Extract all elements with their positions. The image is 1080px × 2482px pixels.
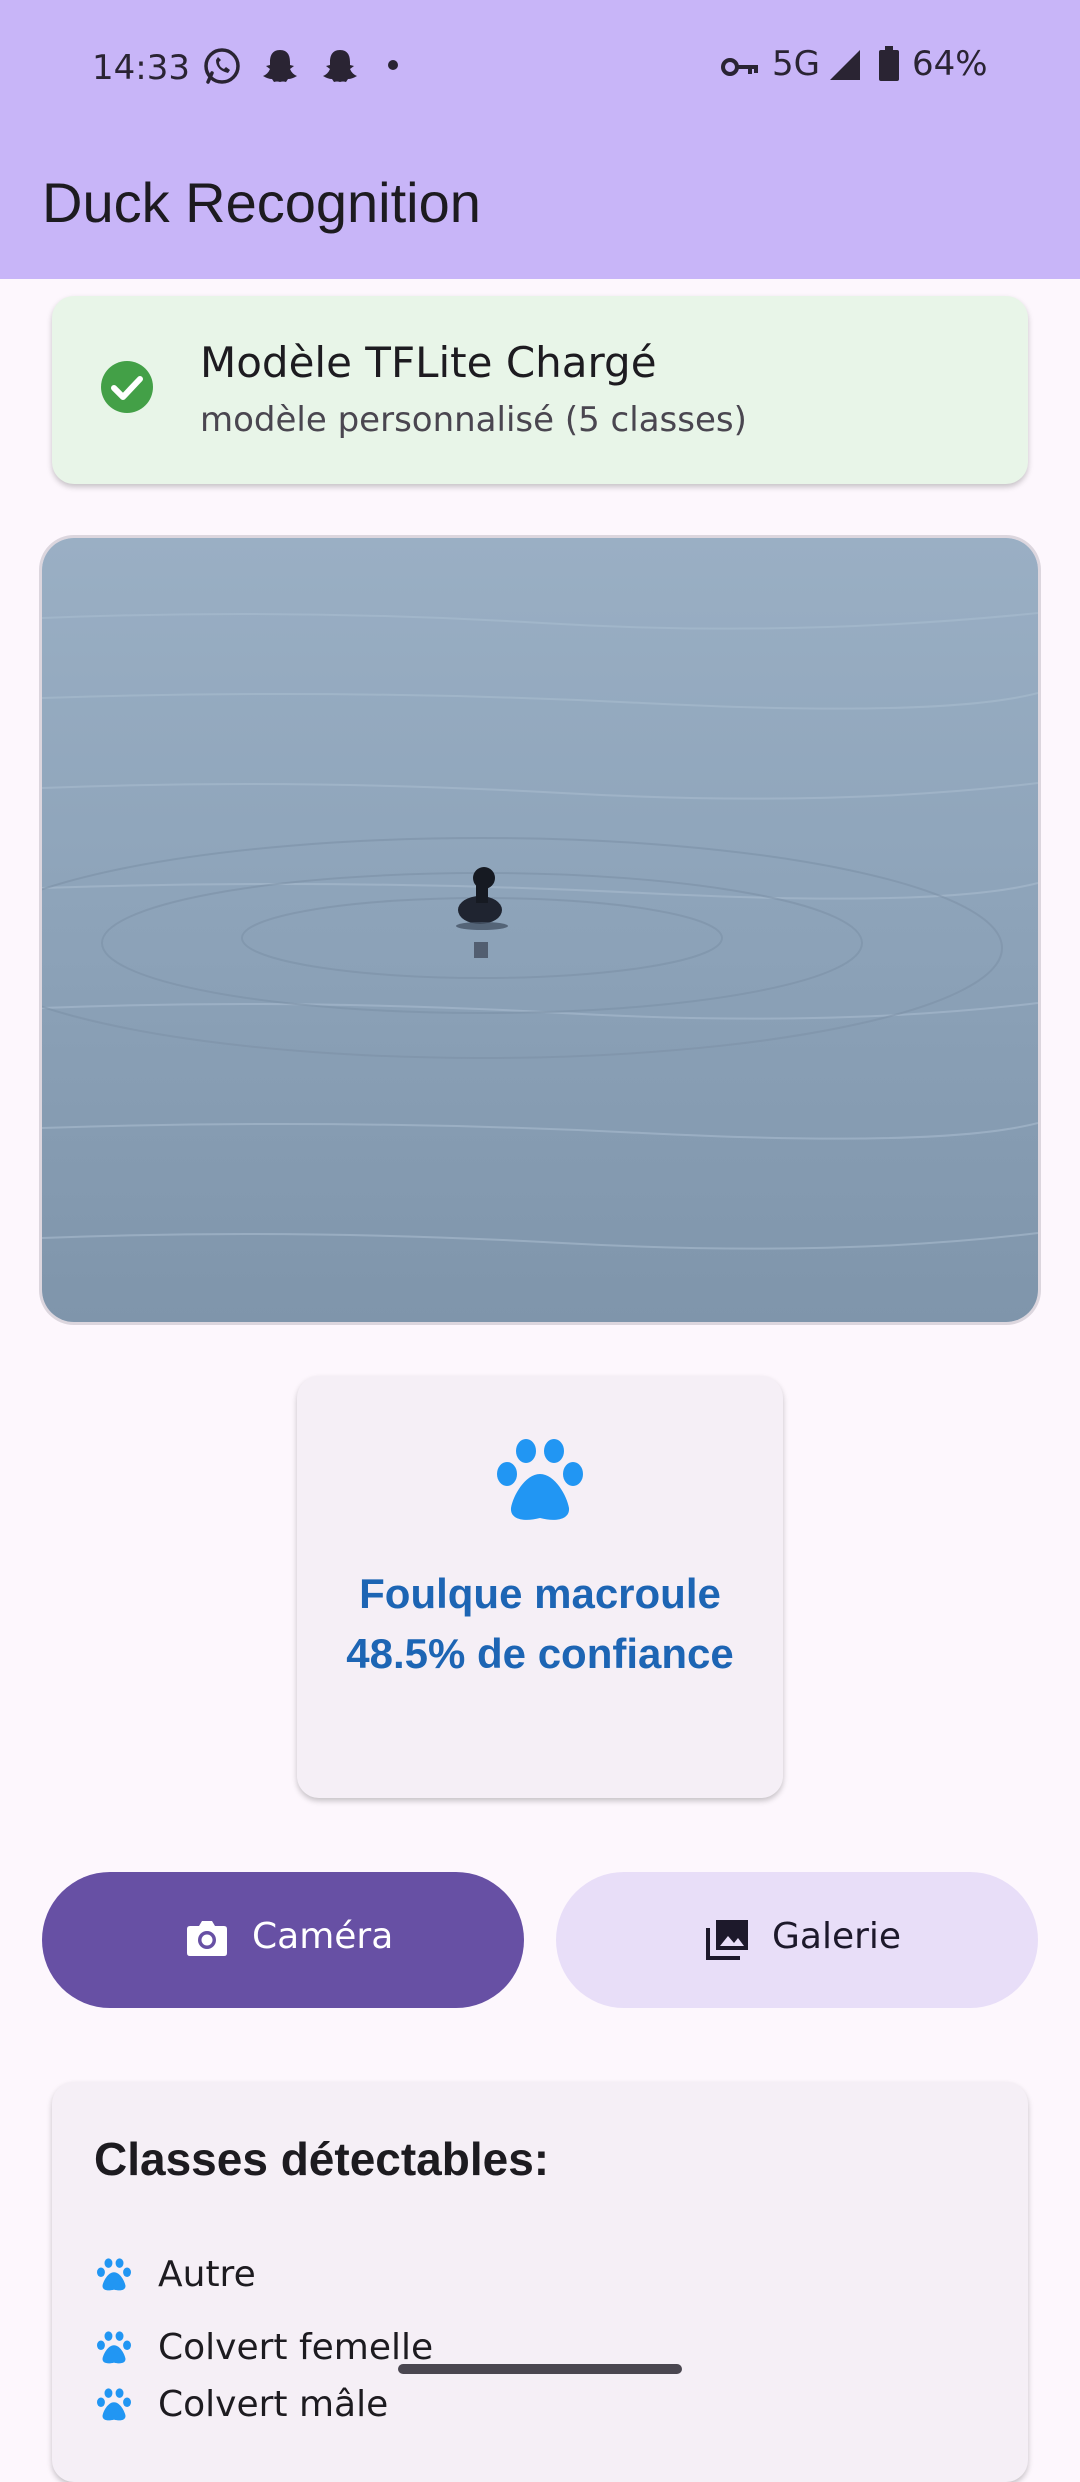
notification-dot-icon (386, 58, 400, 77)
prediction-confidence: 48.5% de confiance (346, 1630, 734, 1677)
paw-icon (96, 2331, 132, 2370)
battery-icon (878, 46, 900, 87)
paw-icon (96, 2258, 132, 2297)
check-circle-icon (99, 359, 155, 420)
vpn-key-icon (720, 52, 760, 87)
model-status-title: Modèle TFLite Chargé (200, 338, 657, 387)
battery-level: 64% (912, 44, 988, 84)
gesture-navigation-bar[interactable] (398, 2364, 682, 2374)
list-item: Autre (96, 2246, 996, 2302)
signal-icon (828, 48, 862, 87)
gallery-button-label: Galerie (772, 1916, 902, 1957)
camera-button[interactable]: Caméra (42, 1872, 524, 2008)
gallery-icon (706, 1918, 750, 1965)
model-status-subtitle: modèle personnalisé (5 classes) (200, 400, 747, 440)
app-bar: 14:33 5G 64% Duck Recognition (0, 0, 1080, 279)
paw-icon (495, 1438, 585, 1529)
status-time: 14:33 (92, 48, 190, 88)
class-label: Autre (158, 2254, 256, 2295)
snapchat-icon (320, 46, 360, 91)
class-label: Colvert femelle (158, 2327, 434, 2368)
status-bar: 14:33 5G 64% (0, 40, 1080, 96)
model-status-card: Modèle TFLite Chargé modèle personnalisé… (52, 296, 1028, 484)
camera-button-label: Caméra (252, 1916, 394, 1957)
whatsapp-icon (202, 46, 242, 91)
selected-photo (42, 538, 1038, 1322)
detectable-classes-card: Classes détectables: Autre Colvert femel… (52, 2082, 1028, 2482)
paw-icon (96, 2388, 132, 2427)
app-title: Duck Recognition (42, 171, 481, 234)
classes-title: Classes détectables: (94, 2133, 550, 2185)
snapchat-icon (260, 46, 300, 91)
gallery-button[interactable]: Galerie (556, 1872, 1038, 2008)
class-label: Colvert mâle (158, 2384, 389, 2425)
list-item: Colvert mâle (96, 2376, 996, 2432)
prediction-result-card: Foulque macroule 48.5% de confiance (297, 1376, 783, 1798)
prediction-label: Foulque macroule (359, 1570, 721, 1617)
camera-icon (186, 1918, 228, 1963)
network-type: 5G (772, 44, 820, 84)
